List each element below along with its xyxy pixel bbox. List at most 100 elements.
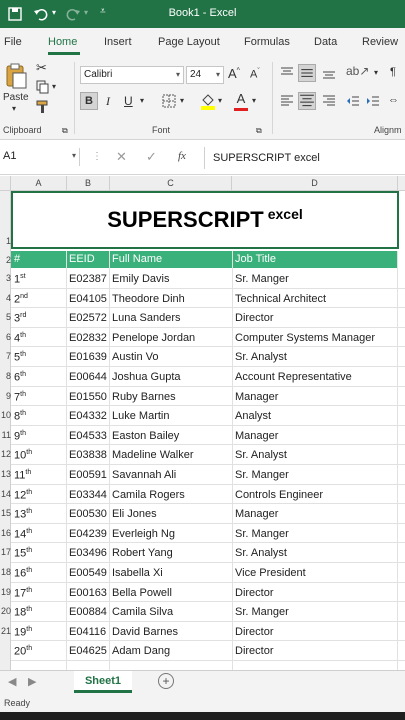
formula-input[interactable]: SUPERSCRIPT excel [204,147,405,169]
full-name-cell[interactable]: David Barnes [112,626,178,638]
job-title-cell[interactable]: Technical Architect [235,293,326,305]
font-color-icon[interactable]: A [234,90,248,111]
job-title-cell[interactable]: Sr. Analyst [235,351,287,363]
full-name-cell[interactable]: Luna Sanders [112,312,181,324]
rank-cell[interactable]: 14th [14,528,32,541]
job-title-cell[interactable]: Manager [235,391,278,403]
tab-home[interactable]: Home [48,36,77,48]
table-row[interactable]: 12th E03344 Camila Rogers Controls Engineer [11,485,405,505]
cut-icon[interactable]: ✂ [36,60,47,76]
eeid-cell[interactable]: E04239 [69,528,107,540]
paste-label[interactable]: Paste [3,92,29,103]
full-name-cell[interactable]: Ruby Barnes [112,391,176,403]
eeid-cell[interactable]: E02387 [69,273,107,285]
underline-button[interactable]: U [124,94,133,108]
eeid-cell[interactable]: E04625 [69,645,107,657]
column-header-a[interactable]: A [11,176,67,191]
row-header[interactable]: 15 [0,508,11,518]
decrease-indent-icon[interactable] [346,94,360,108]
job-title-cell[interactable]: Sr. Manger [235,469,289,481]
full-name-cell[interactable]: Austin Vo [112,351,158,363]
job-title-cell[interactable]: Sr. Manger [235,528,289,540]
job-title-cell[interactable]: Sr. Analyst [235,449,287,461]
full-name-cell[interactable]: Theodore Dinh [112,293,185,305]
row-header[interactable]: 19 [0,587,11,597]
table-row[interactable]: 18th E00884 Camila Silva Sr. Manger [11,602,405,622]
increase-indent-icon[interactable] [366,94,380,108]
font-color-dropdown-icon[interactable]: ▾ [252,96,256,105]
rank-cell[interactable]: 9th [14,430,26,443]
header-full-name[interactable]: Full Name [112,253,162,265]
eeid-cell[interactable]: E04332 [69,410,107,422]
rank-cell[interactable]: 19th [14,626,32,639]
rank-cell[interactable]: 1st [14,273,26,286]
eeid-cell[interactable]: E03496 [69,547,107,559]
align-top-icon[interactable] [280,66,294,80]
row-header[interactable]: 1 [0,236,11,246]
eeid-cell[interactable]: E01550 [69,391,107,403]
row-header[interactable]: 9 [0,391,11,401]
row-header[interactable]: 10 [0,410,11,420]
table-row[interactable]: 15th E03496 Robert Yang Sr. Analyst [11,543,405,563]
rank-cell[interactable]: 13th [14,508,32,521]
scroll-sheets-left-icon[interactable]: ◀ [8,675,16,688]
eeid-cell[interactable]: E00530 [69,508,107,520]
row-header[interactable]: 16 [0,528,11,538]
cancel-entry-icon[interactable]: ✕ [116,149,127,165]
job-title-cell[interactable]: Sr. Analyst [235,547,287,559]
row-header[interactable]: 7 [0,351,11,361]
table-row[interactable]: 8th E04332 Luke Martin Analyst [11,406,405,426]
row-header[interactable]: 11 [0,430,11,440]
eeid-cell[interactable]: E00884 [69,606,107,618]
eeid-cell[interactable]: E03838 [69,449,107,461]
row-header[interactable]: 14 [0,489,11,499]
column-header-d[interactable]: D [232,176,398,191]
table-row[interactable]: 9th E04533 Easton Bailey Manager [11,426,405,446]
orientation-icon[interactable]: ab↗ [346,64,369,78]
align-bottom-icon[interactable] [322,66,336,80]
fill-color-icon[interactable] [200,92,216,110]
eeid-cell[interactable]: E00591 [69,469,107,481]
row-header[interactable]: 21 [0,626,11,636]
eeid-cell[interactable]: E04116 [69,626,106,638]
paste-icon[interactable] [4,62,28,90]
rank-cell[interactable]: 11th [14,469,31,482]
rank-cell[interactable]: 5th [14,351,26,364]
tab-file[interactable]: File [4,36,22,48]
table-row[interactable]: 10th E03838 Madeline Walker Sr. Analyst [11,445,405,465]
full-name-cell[interactable]: Bella Powell [112,587,172,599]
full-name-cell[interactable]: Robert Yang [112,547,173,559]
font-size-select[interactable]: 24 ▾ [186,66,224,84]
full-name-cell[interactable]: Emily Davis [112,273,169,285]
rank-cell[interactable]: 3rd [14,312,26,325]
shrink-font-button[interactable]: Aˇ [250,68,260,81]
full-name-cell[interactable]: Camila Silva [112,606,173,618]
job-title-cell[interactable]: Director [235,587,274,599]
tab-insert[interactable]: Insert [104,36,132,48]
tab-data[interactable]: Data [314,36,337,48]
scroll-sheets-right-icon[interactable]: ▶ [28,675,36,688]
title-cell[interactable]: SUPERSCRIPT excel [11,191,399,249]
insert-function-icon[interactable]: fx [178,150,186,162]
grow-font-button[interactable]: A^ [228,66,240,81]
row-header[interactable]: 12 [0,449,11,459]
full-name-cell[interactable]: Luke Martin [112,410,169,422]
job-title-cell[interactable]: Director [235,645,274,657]
eeid-cell[interactable]: E04533 [69,430,107,442]
merge-center-icon[interactable]: ⇔ [388,94,399,106]
rank-cell[interactable]: 4th [14,332,26,345]
rank-cell[interactable]: 12th [14,489,32,502]
align-center-button[interactable] [298,92,316,110]
format-painter-icon[interactable] [36,100,50,114]
align-right-icon[interactable] [322,94,336,108]
add-sheet-icon[interactable]: + [158,673,174,689]
copy-icon[interactable] [36,80,50,94]
job-title-cell[interactable]: Sr. Manger [235,606,289,618]
orientation-dropdown-icon[interactable]: ▾ [374,68,378,77]
worksheet-grid[interactable]: SUPERSCRIPT excel # EEID Full Name Job Ti… [11,191,405,670]
rank-cell[interactable]: 10th [14,449,32,462]
borders-dropdown-icon[interactable]: ▾ [180,96,184,105]
rank-cell[interactable]: 8th [14,410,26,423]
table-row[interactable]: 17th E00163 Bella Powell Director [11,583,405,603]
table-row[interactable]: 14th E04239 Everleigh Ng Sr. Manger [11,524,405,544]
